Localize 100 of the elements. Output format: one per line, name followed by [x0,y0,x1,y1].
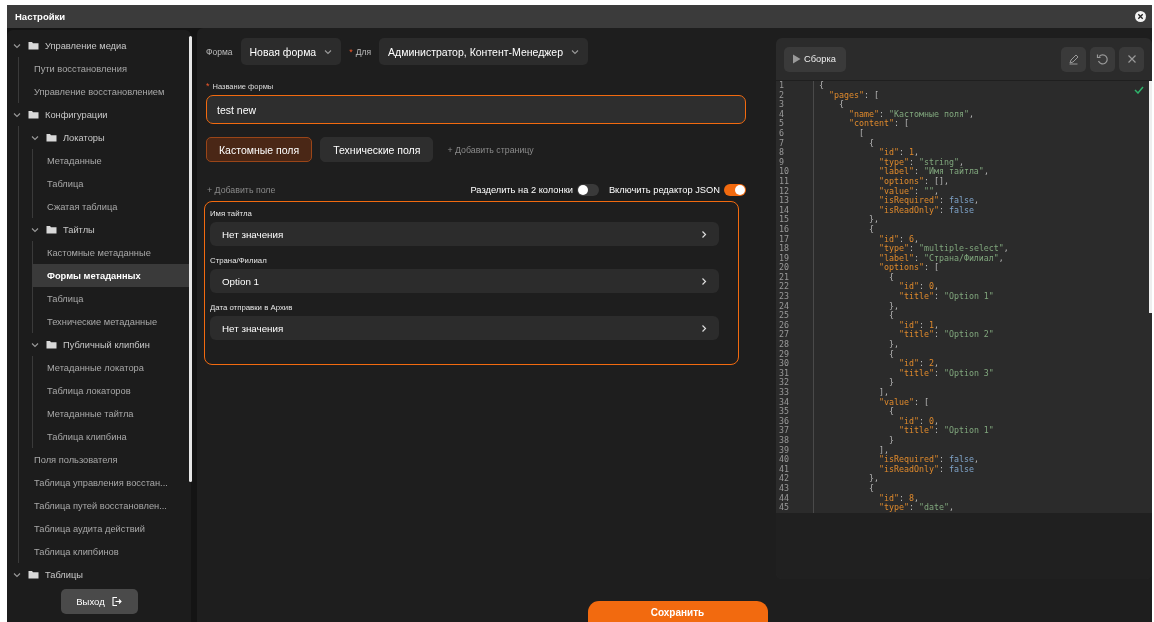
code-line: "type": "multiple-select", [877,244,1009,254]
line-number: 16 [779,224,789,235]
line-number: 7 [779,138,784,148]
tree-item[interactable]: Метаданные [33,149,191,172]
toggle-label: Включить редактор JSON [608,185,720,195]
line-number: 28 [779,340,789,350]
scrollbar[interactable] [1149,81,1152,313]
logout-button[interactable]: Выход [60,589,138,614]
toggle-switch[interactable] [724,184,746,196]
code-line: "value": "", [877,186,939,196]
field-label: Форма [206,46,233,57]
tree-item[interactable]: Таблица [33,287,191,310]
tree-item[interactable]: Метаданные локатора [33,356,191,379]
folder-icon [46,225,57,234]
folder-icon [28,41,39,50]
line-number: 19 [779,253,789,263]
code-line: } [887,378,894,388]
tree-folder[interactable]: Публичный клипбин [19,333,191,356]
tree-folder[interactable]: Конфигурации [7,103,191,126]
scrollbar[interactable] [189,36,192,482]
line-number: 11 [779,176,789,187]
code-line: }, [887,301,899,312]
code-line: "isRequired": false, [877,455,979,465]
code-line: { [867,483,874,494]
select-field[interactable]: Нет значения [210,316,719,340]
tree-item[interactable]: Технические метаданные [33,310,191,333]
chevron-icon [13,571,21,578]
tree-item[interactable]: Кастомные метаданные [33,241,191,264]
tree-item[interactable]: Таблица путей восстановлен... [19,494,191,517]
chevron-icon [31,134,39,141]
tab[interactable]: Кастомные поля [206,137,313,162]
close-icon[interactable] [1135,11,1146,22]
tree-item[interactable]: Поля пользователя [19,448,191,471]
chevron-icon [701,276,707,286]
line-number: 40 [779,455,789,465]
tree-item[interactable]: Таблица управления восстан... [19,471,191,494]
line-number: 18 [779,244,789,254]
line-number: 39 [779,445,789,455]
add-field-link[interactable]: + Добавить поле [207,185,461,195]
tree-item[interactable]: Метаданные тайтла [33,402,191,425]
code-line: }, [867,215,879,225]
line-number: 22 [779,282,789,292]
undo-button[interactable] [1090,46,1115,72]
code-line: "title": "Option 3" [897,368,994,379]
code-line: "title": "Option 1" [897,292,994,302]
tree-item[interactable]: Таблица клипбина [33,425,191,448]
chevron-icon [31,341,39,348]
folder-icon [46,340,57,349]
line-number: 41 [779,464,789,474]
select-field[interactable]: Option 1 [210,269,719,293]
code-line: { [887,407,894,417]
tree-folder[interactable]: Тайтлы [19,218,191,241]
code-line: }, [887,340,899,350]
line-number: 21 [779,272,789,282]
code-line: }, [867,474,879,484]
code-line: ], [877,388,889,398]
code-line: "id": 8, [877,493,919,503]
add-page-link[interactable]: + Добавить страницу [447,144,534,155]
line-number: 13 [779,196,789,206]
tree-folder[interactable]: Таблицы [7,563,191,586]
chevron-icon [570,48,579,55]
folder-icon [28,110,39,119]
toggle-switch[interactable] [576,184,599,196]
tree-item[interactable]: Таблица локаторов [33,379,191,402]
window-title: Настройки [15,11,66,22]
code-line: "id": 6, [877,234,919,244]
role-dropdown[interactable]: Администратор, Контент-Менеджер [379,38,588,65]
line-number: 29 [779,349,789,359]
line-number: 33 [779,388,789,398]
tree-item[interactable]: Формы метаданных [33,264,191,287]
code-line: "options": [], [877,176,949,187]
select-field[interactable]: Нет значения [210,222,719,246]
line-number: 17 [779,234,789,244]
line-number: 25 [779,311,789,321]
code-line: ], [877,445,889,455]
toggle-label: Разделить на 2 колонки [470,185,573,195]
code-line: [ [857,128,864,139]
line-number: 44 [779,493,789,503]
line-number: 32 [779,378,789,388]
code-line: "title": "Option 2" [897,330,994,341]
tree-item[interactable]: Управление восстановлением [19,80,191,103]
close-button[interactable] [1119,46,1144,72]
line-number: 10 [779,167,789,177]
chevron-icon [701,323,707,333]
tree-item[interactable]: Пути восстановления [19,57,191,80]
tab[interactable]: Технические поля [320,137,434,162]
tree-item[interactable]: Таблица аудита действий [19,517,191,540]
form-name-input[interactable]: test new [206,95,746,124]
line-number: 30 [779,359,789,369]
build-button[interactable]: Сборка [784,46,846,72]
tree-item[interactable]: Таблица клипбинов [19,540,191,563]
code-line: "title": "Option 1" [897,426,994,436]
edit-button[interactable] [1061,46,1086,72]
tree-folder[interactable]: Управление медиа [7,34,191,57]
form-dropdown[interactable]: Новая форма [240,38,342,65]
line-number: 27 [779,330,789,340]
tree-item[interactable]: Сжатая таблица [33,195,191,218]
tree-folder[interactable]: Локаторы [19,126,191,149]
line-number: 15 [779,215,789,225]
tree-item[interactable]: Таблица [33,172,191,195]
